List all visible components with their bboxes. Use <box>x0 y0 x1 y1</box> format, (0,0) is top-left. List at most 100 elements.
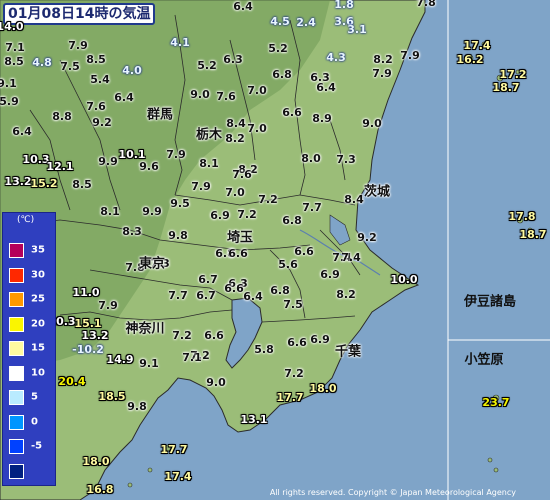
legend-swatch <box>9 292 24 307</box>
temperature-value: 17.4 <box>164 470 192 483</box>
temperature-value: 5.4 <box>90 73 110 86</box>
temperature-value: 7.7 <box>168 289 188 302</box>
temperature-value: 6.8 <box>270 284 290 297</box>
prefecture-label: 埼玉 <box>226 230 254 246</box>
temperature-value: 6.6 <box>228 247 248 260</box>
temperature-value: 7.6 <box>216 90 236 103</box>
temperature-value: 7.5 <box>60 60 80 73</box>
temperature-value: 7.9 <box>166 148 186 161</box>
temperature-value: 7.5 <box>283 298 303 311</box>
temperature-value: 14.0 <box>0 20 24 33</box>
legend-label: 5 <box>31 391 38 403</box>
temperature-value: 17.4 <box>463 39 491 52</box>
legend-swatch <box>9 316 24 332</box>
temperature-value: 7.6 <box>232 168 252 181</box>
prefecture-label: 栃木 <box>195 127 223 143</box>
prefecture-label: 群馬 <box>146 107 174 123</box>
temperature-value: 8.8 <box>52 110 72 123</box>
legend-label: 10 <box>31 367 45 378</box>
temperature-value: 18.7 <box>492 81 520 94</box>
temperature-value: 7.9 <box>191 180 211 193</box>
temperature-value: 13.1 <box>240 413 268 426</box>
temperature-value: 7.6 <box>86 100 106 113</box>
temperature-value: 4.0 <box>122 64 142 77</box>
temperature-value: 7.0 <box>225 186 245 199</box>
copyright-text: All rights reserved. Copyright © Japan M… <box>269 488 516 497</box>
temperature-value: 7.9 <box>98 299 118 312</box>
legend-label: 30 <box>31 269 45 280</box>
legend-label: 15 <box>31 342 45 354</box>
temperature-value: 8.4 <box>344 193 364 206</box>
legend-swatch <box>9 243 24 258</box>
legend-label: 0 <box>31 416 38 427</box>
temperature-value: 7.2 <box>284 367 304 380</box>
temperature-value: 17.7 <box>160 443 188 456</box>
temperature-value: 9.2 <box>357 231 377 244</box>
temperature-value: 6.6 <box>204 329 224 342</box>
temperature-value: 17.2 <box>499 68 527 81</box>
temperature-value: 4.5 <box>270 15 290 28</box>
temperature-value: 7.4 <box>341 251 361 264</box>
temperature-value: 9.8 <box>127 400 147 413</box>
legend-swatch <box>9 341 24 356</box>
temperature-value: 4.3 <box>326 51 346 64</box>
temperature-value: 13.2 <box>4 175 32 188</box>
temperature-legend: (℃) 35 30 25 20 15 10 5 0 -5 <box>2 212 56 486</box>
legend-swatch <box>9 267 24 283</box>
temperature-map: 01月08日14時の気温 14.0 7.9 8.5 6.4 4.5 2.4 1.8 3.6 3.… <box>0 0 550 500</box>
temperature-value: 6.4 <box>233 0 253 13</box>
temperature-value: 18.0 <box>309 382 337 395</box>
temperature-value: 18.7 <box>519 228 547 241</box>
temperature-value: 7.2 <box>237 208 257 221</box>
temperature-value: 6.9 <box>210 209 230 222</box>
temperature-value: 7.9 <box>400 49 420 62</box>
temperature-value: 10.0 <box>390 273 418 286</box>
temperature-value: 6.7 <box>198 273 218 286</box>
temperature-value: 2.4 <box>296 16 316 29</box>
temperature-value: 9.9 <box>142 205 162 218</box>
temperature-value: 9.5 <box>170 197 190 210</box>
temperature-value: 6.9 <box>310 333 330 346</box>
prefecture-label: 東京 <box>138 256 166 272</box>
temperature-value: 17.8 <box>508 210 536 223</box>
temperature-value: 6.3 <box>223 53 243 66</box>
map-title: 01月08日14時の気温 <box>3 3 156 25</box>
temperature-value: 7.9 <box>68 39 88 52</box>
temperature-value: 12.1 <box>46 160 74 173</box>
temperature-value: 7.2 <box>172 329 192 342</box>
temperature-value: 16.2 <box>456 53 484 66</box>
temperature-value: 5.2 <box>268 42 288 55</box>
temperature-value: 9.0 <box>362 117 382 130</box>
temperature-value: 9.0 <box>190 88 210 101</box>
temperature-value: 1.8 <box>334 0 354 11</box>
temperature-value: 13.2 <box>81 329 109 342</box>
temperature-value: 4.8 <box>32 56 52 69</box>
temperature-value: 6.6 <box>282 106 302 119</box>
island-region-label: 小笠原 <box>464 352 504 368</box>
temperature-value: 8.2 <box>225 132 245 145</box>
legend-label: 20 <box>31 318 45 329</box>
temperature-value: 14.9 <box>106 353 134 366</box>
legend-swatch <box>9 390 24 405</box>
temperature-value: 8.5 <box>86 53 106 66</box>
island-region-label: 伊豆諸島 <box>463 294 517 310</box>
temperature-value: 17.7 <box>276 391 304 404</box>
temperature-value: 9.6 <box>139 160 159 173</box>
temperature-value: 8.3 <box>122 225 142 238</box>
temperature-value: 9.9 <box>98 155 118 168</box>
temperature-value: -10.2 <box>72 343 104 356</box>
temperature-value: 9.0 <box>206 376 226 389</box>
temperature-value: 7.1 <box>5 41 25 54</box>
legend-swatch <box>9 439 24 454</box>
temperature-value: 8.4 <box>226 117 246 130</box>
legend-label: -5 <box>31 440 43 452</box>
temperature-value: 7.0 <box>247 122 267 135</box>
temperature-value: 7.1 <box>182 351 202 364</box>
temperature-value: 8.9 <box>312 112 332 125</box>
temperature-value: 6.4 <box>114 91 134 104</box>
temperature-value: 8.5 <box>72 178 92 191</box>
legend-label: 25 <box>31 293 45 305</box>
temperature-value: 6.4 <box>12 125 32 138</box>
temperature-value: 5.9 <box>0 95 19 108</box>
temperature-value: 8.0 <box>301 152 321 165</box>
